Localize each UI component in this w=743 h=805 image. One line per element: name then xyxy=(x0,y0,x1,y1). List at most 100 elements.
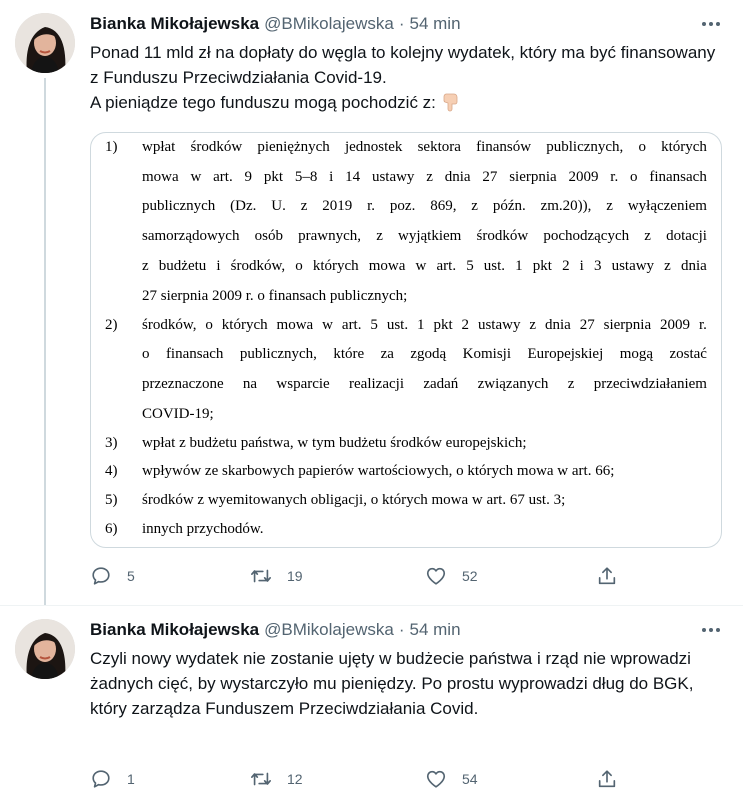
doc-word: realizacji xyxy=(349,376,404,392)
doc-item-number: 1) xyxy=(105,139,118,155)
more-icon[interactable] xyxy=(701,14,721,34)
doc-word: środków xyxy=(190,139,243,155)
doc-word: 2 xyxy=(562,258,570,274)
doc-word: U. xyxy=(271,198,286,214)
tweet-text: Ponad 11 mld zł na dopłaty do węgla to k… xyxy=(90,40,727,115)
doc-word: 9 xyxy=(244,169,253,185)
doc-line: o finansach publicznych, które za zgodą Komisj… xyxy=(142,346,707,363)
doc-word: dnia xyxy=(680,258,707,274)
doc-word: z xyxy=(606,198,613,214)
doc-word: 27 xyxy=(482,169,498,185)
share-icon xyxy=(598,567,616,585)
doc-word: 2019 xyxy=(322,198,353,214)
doc-word: 14 xyxy=(345,169,361,185)
doc-word: 869, xyxy=(430,198,457,214)
doc-line: innych przychodów. xyxy=(142,521,264,537)
doc-word: 2009 xyxy=(568,169,599,185)
doc-word: dotacji xyxy=(666,228,707,244)
doc-word: które xyxy=(333,346,365,362)
pointing-down-emoji-icon xyxy=(440,92,460,112)
doc-word: jednostek xyxy=(344,139,403,155)
doc-line: mowa w art. 9 pkt 5–8 i 14 ustawy z dnia 27 sierpnia… xyxy=(142,169,707,186)
share-button[interactable] xyxy=(596,768,618,790)
doc-word: z xyxy=(376,228,383,244)
doc-word: 1 xyxy=(417,317,425,333)
doc-word: mogą xyxy=(619,346,654,362)
document-image[interactable]: 1) wpłat środków pieniężnych jednostek sekto… xyxy=(90,132,722,548)
tweet[interactable]: Bianka Mikołajewska @BMikolajewska · 54 … xyxy=(0,605,743,805)
doc-word: z xyxy=(471,198,478,214)
doc-word: których xyxy=(661,139,707,155)
doc-word: 3 xyxy=(593,258,602,274)
author-handle[interactable]: @BMikolajewska xyxy=(264,618,394,642)
doc-word: mowa xyxy=(276,317,314,333)
doc-word: o xyxy=(142,346,150,362)
doc-item-number: 2) xyxy=(105,317,118,333)
doc-word: pieniężnych xyxy=(257,139,330,155)
doc-word: finansów xyxy=(476,139,532,155)
reply-button[interactable]: 5 xyxy=(90,565,135,587)
doc-word: późn. xyxy=(492,198,526,214)
heart-icon xyxy=(426,770,446,788)
doc-word: 1 xyxy=(515,258,523,274)
doc-word: finansach xyxy=(165,346,224,362)
like-count: 52 xyxy=(462,568,478,584)
doc-word: dnia xyxy=(544,317,571,333)
doc-line: COVID-19; xyxy=(142,406,214,422)
author-name[interactable]: Bianka Mikołajewska xyxy=(90,618,259,642)
author-handle[interactable]: @BMikolajewska xyxy=(264,12,394,36)
doc-word: pkt xyxy=(263,169,284,185)
doc-word: ustawy xyxy=(611,258,655,274)
doc-item-number: 5) xyxy=(105,492,118,508)
doc-word: 27 xyxy=(579,317,595,333)
like-button[interactable]: 52 xyxy=(425,565,478,587)
doc-word: za xyxy=(380,346,394,362)
doc-word: wsparcie xyxy=(276,376,330,392)
doc-word: o xyxy=(638,139,646,155)
doc-word: Europejskiej xyxy=(527,346,604,362)
doc-item-number: 3) xyxy=(105,435,118,451)
doc-word: poz. xyxy=(389,198,416,214)
doc-word: z xyxy=(142,258,149,274)
doc-word: zgodą xyxy=(410,346,447,362)
timestamp[interactable]: 54 min xyxy=(410,618,461,642)
doc-word: których xyxy=(312,258,359,274)
doc-word: z xyxy=(529,317,537,333)
avatar[interactable] xyxy=(15,619,75,679)
doc-word: z xyxy=(426,169,433,185)
doc-word: mowa xyxy=(142,169,179,185)
doc-word: publicznych, xyxy=(546,139,624,155)
tweet-text: Czyli nowy wydatek nie zostanie ujęty w … xyxy=(90,649,699,718)
timestamp[interactable]: 54 min xyxy=(410,12,461,36)
doc-word: w xyxy=(415,258,427,274)
doc-word: 5 xyxy=(370,317,378,333)
doc-line: środków, o których mowa w art. 5 ust. 1 pkt 2 ustaw… xyxy=(142,317,707,334)
doc-word: zostać xyxy=(669,346,707,362)
doc-line: publicznych (Dz. U. z 2019 r. poz. 869, z późn. zm… xyxy=(142,198,707,215)
doc-word: r. xyxy=(610,169,619,185)
doc-word: ust. xyxy=(483,258,506,274)
doc-word: zm.20)), xyxy=(540,198,592,214)
tweet[interactable]: Bianka Mikołajewska @BMikolajewska · 54 … xyxy=(0,0,743,605)
like-button[interactable]: 54 xyxy=(425,768,478,790)
doc-word: osób xyxy=(254,228,283,244)
doc-word: mowa xyxy=(368,258,406,274)
share-button[interactable] xyxy=(596,565,618,587)
doc-line: środków z wyemitowanych obligacji, o któ… xyxy=(142,492,566,508)
doc-line: samorządowych osób prawnych, z wyjątkiem środ… xyxy=(142,228,707,245)
doc-word: 2009 xyxy=(660,317,691,333)
tweet-text-body: Ponad 11 mld zł na dopłaty do węgla to k… xyxy=(90,43,716,112)
avatar[interactable] xyxy=(15,13,75,73)
doc-line: 27 sierpnia 2009 r. o finansach publiczn… xyxy=(142,288,408,304)
doc-word: pkt xyxy=(433,317,453,333)
more-icon[interactable] xyxy=(701,620,721,640)
retweet-button[interactable]: 12 xyxy=(250,768,303,790)
reply-button[interactable]: 1 xyxy=(90,768,135,790)
retweet-button[interactable]: 19 xyxy=(250,565,303,587)
author-name[interactable]: Bianka Mikołajewska xyxy=(90,12,259,36)
doc-word: dnia xyxy=(444,169,471,185)
doc-word: r. xyxy=(698,317,707,333)
doc-word: wpłat xyxy=(142,139,176,155)
doc-word: i xyxy=(329,169,334,185)
doc-word: publicznych xyxy=(142,198,216,214)
